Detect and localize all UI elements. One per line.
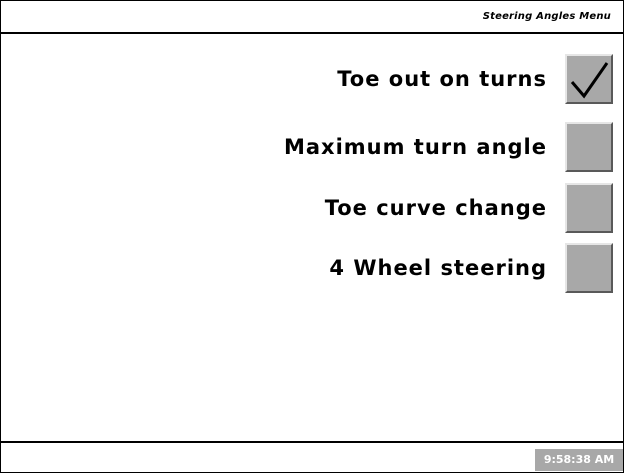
menu-title: Steering Angles Menu: [482, 11, 611, 22]
checkmark-icon: [570, 62, 609, 99]
maximum-turn-angle-checkbox[interactable]: [565, 122, 613, 172]
clock: 9:58:38 AM: [535, 449, 623, 471]
option-label: Toe out on turns: [337, 67, 547, 91]
steering-angles-screen: Steering Angles Menu Toe out on turns Ma…: [0, 0, 624, 473]
option-maximum-turn-angle[interactable]: Maximum turn angle: [284, 120, 613, 174]
status-bar: 9:58:38 AM: [1, 441, 623, 472]
option-label: Toe curve change: [324, 196, 547, 220]
toe-curve-change-checkbox[interactable]: [565, 183, 613, 233]
option-label: 4 Wheel steering: [329, 256, 547, 280]
option-label: Maximum turn angle: [283, 135, 547, 159]
title-bar: Steering Angles Menu: [1, 1, 623, 34]
option-toe-out-on-turns[interactable]: Toe out on turns: [337, 52, 613, 106]
4-wheel-steering-checkbox[interactable]: [565, 243, 613, 293]
option-toe-curve-change[interactable]: Toe curve change: [325, 181, 613, 235]
toe-out-on-turns-checkbox[interactable]: [565, 54, 613, 104]
option-4-wheel-steering[interactable]: 4 Wheel steering: [329, 241, 613, 295]
